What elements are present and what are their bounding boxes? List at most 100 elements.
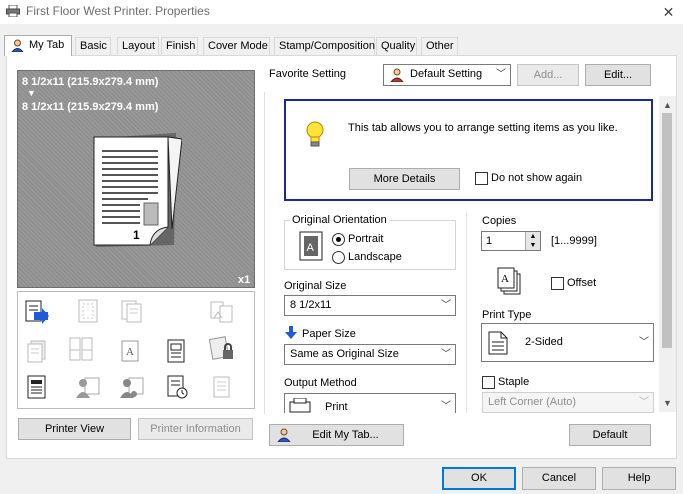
printer-information-button[interactable]: Printer Information [138,418,253,440]
arrow-down-icon: ▼ [27,88,36,98]
lightbulb-icon [306,121,324,147]
tab-other[interactable]: Other [421,37,458,55]
print-type-select[interactable]: 2-Sided ﹀ [481,323,654,362]
original-size-text: 8 1/2x11 (215.9x279.4 mm) [22,76,159,88]
do-not-show-label: Do not show again [491,172,583,184]
chevron-down-icon: ﹀ [639,337,649,348]
add-favorite-button[interactable]: Add... [517,64,579,86]
copies-range: [1...9999] [551,235,597,247]
user-edit-icon [277,428,291,442]
close-button[interactable]: ✕ [654,0,683,24]
copies-label: Copies [482,215,517,227]
output-method-label: Output Method [284,377,357,389]
staple-checkbox[interactable] [482,376,495,389]
staple-position-value: Left Corner (Auto) [488,396,577,408]
original-size-select[interactable]: 8 1/2x11 ﹀ [284,295,456,316]
content-divider [264,92,265,414]
scroll-up-icon[interactable]: ▲ [663,100,672,110]
favorite-setting-select[interactable]: Default Setting ﹀ [383,64,511,86]
tab-finish[interactable]: Finish [161,37,198,55]
cancel-button[interactable]: Cancel [522,467,596,490]
paper-size-value: Same as Original Size [290,348,399,360]
font-page-icon[interactable]: A [119,338,145,364]
staple-position-select[interactable]: Left Corner (Auto) ﹀ [482,392,654,413]
schedule-document-icon[interactable] [164,374,190,400]
tab-my-tab[interactable]: My Tab [4,35,72,56]
chevron-down-icon: ﹀ [441,300,451,311]
printer-view-button[interactable]: Printer View [18,418,131,440]
chevron-down-icon: ﹀ [441,401,451,412]
output-method-value: Print [325,401,348,413]
offset-label: Offset [567,277,597,289]
edit-favorite-button[interactable]: Edit... [585,64,651,86]
favorite-setting-label: Favorite Setting [269,68,347,80]
printer-icon [6,5,20,17]
info-box: This tab allows you to arrange setting i… [284,99,653,201]
scrollbar-thumb[interactable] [662,113,672,348]
function-view-panel[interactable]: A [17,291,255,409]
edit-my-tab-button[interactable]: Edit My Tab... [269,424,404,446]
document-edit-icon[interactable] [164,338,190,364]
copies-decrement-button[interactable]: ▼ [525,241,540,250]
more-details-button[interactable]: More Details [349,168,460,190]
multi-page-icon[interactable] [119,298,145,324]
column-divider [466,213,467,413]
tab-quality[interactable]: Quality [376,37,417,55]
text-document-icon[interactable] [24,374,50,400]
ok-button[interactable]: OK [442,467,516,490]
copies-value: 1 [486,235,493,247]
copies-increment-button[interactable]: ▲ [525,232,540,241]
info-message: This tab allows you to arrange setting i… [348,122,618,134]
edit-my-tab-label: Edit My Tab... [312,429,379,441]
arrow-down-blue-icon [285,326,297,339]
output-size-text: 8 1/2x11 (215.9x279.4 mm) [22,101,159,113]
chevron-down-icon: ﹀ [441,349,451,360]
account-track-icon[interactable] [119,374,145,400]
stack-pages-icon[interactable] [24,338,50,364]
scroll-down-icon[interactable]: ▼ [663,398,672,408]
offset-checkbox[interactable] [551,277,564,290]
original-size-value: 8 1/2x11 [290,299,332,311]
landscape-label: Landscape [348,251,402,263]
chevron-down-icon: ﹀ [639,397,649,408]
title-bar: First Floor West Printer. Properties ✕ [0,0,683,24]
tab-basic[interactable]: Basic [75,37,111,55]
combination-icon[interactable] [75,298,101,324]
portrait-label: Portrait [348,233,384,245]
user-icon [11,39,24,52]
window-title: First Floor West Printer. Properties [26,4,210,18]
landscape-radio[interactable] [332,251,345,264]
do-not-show-checkbox[interactable] [475,172,488,185]
chevron-down-icon: ﹀ [496,69,506,80]
user-card-icon[interactable] [75,374,101,400]
secure-print-icon[interactable] [209,336,235,362]
copies-marker: x1 [238,274,251,286]
original-size-label: Original Size [284,280,347,292]
portrait-radio[interactable] [332,233,345,246]
scroll-page-icon[interactable] [209,374,235,400]
default-button[interactable]: Default [569,424,651,446]
favorite-user-icon [390,68,404,82]
svg-text:A: A [501,273,509,285]
booklet-icon[interactable] [68,336,94,362]
orientation-label: Original Orientation [290,214,389,226]
print-icon [289,398,311,413]
print-type-value: 2-Sided [525,336,563,348]
tab-cover-mode[interactable]: Cover Mode [203,37,270,55]
svg-text:A: A [126,346,134,358]
help-button[interactable]: Help [602,467,676,490]
output-method-select[interactable]: Print ﹀ [284,393,456,413]
layout-change-icon[interactable] [208,298,234,324]
paper-size-label: Paper Size [302,328,356,340]
svg-text:A: A [307,242,315,254]
page-number: 1 [133,228,140,242]
tab-my-tab-label: My Tab [29,39,65,51]
tab-stamp-composition[interactable]: Stamp/Composition [274,37,375,55]
print-preview: 8 1/2x11 (215.9x279.4 mm) ▼ 8 1/2x11 (21… [17,70,255,288]
paper-size-select[interactable]: Same as Original Size ﹀ [284,344,456,365]
portrait-page-icon: A [299,231,323,261]
tab-layout[interactable]: Layout [117,37,159,55]
favorite-setting-value: Default Setting [410,68,483,80]
printer-output-icon[interactable] [24,298,50,324]
staple-label: Staple [498,376,530,388]
